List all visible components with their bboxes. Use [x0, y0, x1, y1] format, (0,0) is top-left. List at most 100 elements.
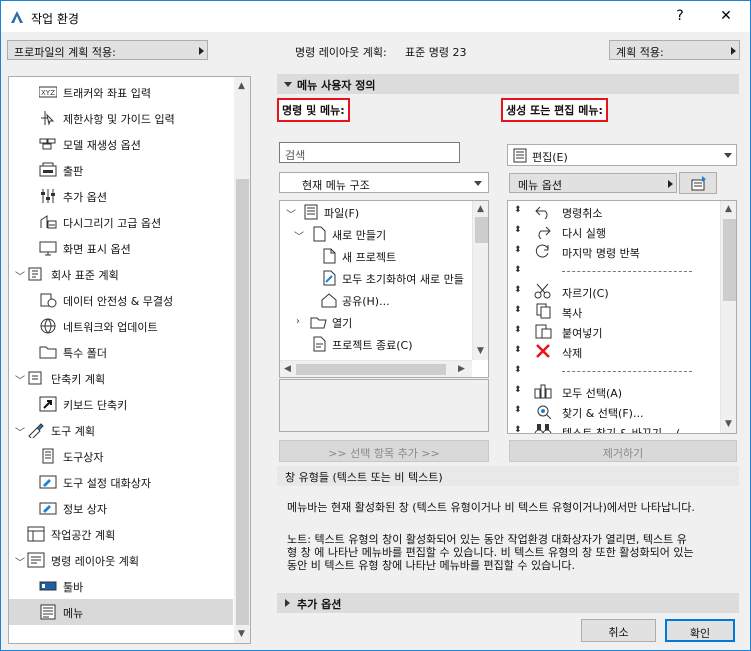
repeat-icon — [534, 243, 552, 259]
chevron-right-icon[interactable]: › — [296, 316, 306, 327]
drag-handle-icon[interactable]: ⬍ — [514, 345, 522, 355]
sidebar-item[interactable]: 작업공간 계획 — [9, 521, 233, 547]
drag-handle-icon[interactable]: ⬍ — [514, 325, 522, 335]
sidebar-item[interactable]: 제한사항 및 가이드 입력 — [9, 105, 233, 131]
scroll-up-icon[interactable]: ▲ — [238, 81, 245, 91]
menu-item[interactable]: ⬍ 삭제 — [508, 341, 720, 361]
sidebar-item[interactable]: 메뉴 — [9, 599, 233, 625]
menu-separator[interactable]: ⬍ — [508, 361, 720, 381]
sidebar-item[interactable]: 데이터 안전성 & 무결성 — [9, 287, 233, 313]
sidebar-item[interactable]: XYZ 트래커와 좌표 입력 — [9, 79, 233, 105]
sidebar-item[interactable]: 네트워크와 업데이트 — [9, 313, 233, 339]
sidebar-item[interactable]: 모델 재생성 옵션 — [9, 131, 233, 157]
commands-scroll-thumb[interactable] — [475, 217, 488, 243]
scroll-up-icon[interactable]: ▲ — [725, 204, 732, 214]
menu-item[interactable]: ⬍ 붙여넣기 — [508, 321, 720, 341]
edit-list-scroll-thumb[interactable] — [723, 219, 736, 301]
sidebar-item[interactable]: 정보 상자 — [9, 495, 233, 521]
binoculars-icon — [534, 423, 552, 433]
commands-vscroll[interactable]: ▲ ▼ — [472, 201, 488, 360]
sidebar-item[interactable]: 도구상자 — [9, 443, 233, 469]
apply-scheme-button[interactable]: 계획 적용: — [609, 40, 740, 60]
search-input[interactable]: 검색 — [279, 142, 460, 163]
sidebar-item[interactable]: ﹀ 명령 레이아웃 계획 — [9, 547, 233, 573]
sidebar-item[interactable]: 출판 — [9, 157, 233, 183]
edit-list-scrollbar[interactable]: ▲ ▼ — [720, 201, 736, 433]
close-button[interactable]: ✕ — [703, 1, 749, 32]
sidebar-item[interactable]: 툴바 — [9, 573, 233, 599]
menu-item[interactable]: ⬍ 다시 실행 — [508, 221, 720, 241]
scroll-right-icon[interactable]: ▶ — [458, 364, 465, 374]
sidebar-item[interactable]: 화면 표시 옵션 — [9, 235, 233, 261]
sidebar-scrollbar[interactable]: ▲ ▼ — [234, 77, 250, 643]
sidebar-item[interactable]: ﹀ 회사 표준 계획 — [9, 261, 233, 287]
commands-hscroll[interactable]: ◀ ▶ — [280, 360, 472, 377]
edit-menu-list[interactable]: ⬍ 명령취소 ⬍ 다시 실행 ⬍ 마지막 명령 반복 ⬍ ⬍ 자르기(C) ⬍ 복사 ⬍ 붙여넣기 ⬍ 삭제… — [507, 200, 737, 434]
chevron-down-icon[interactable]: ﹀ — [15, 424, 25, 439]
commands-hscroll-thumb[interactable] — [296, 364, 446, 375]
cancel-button[interactable]: 취소 — [581, 619, 656, 642]
drag-handle-icon[interactable]: ⬍ — [514, 265, 522, 275]
menu-separator[interactable]: ⬍ — [508, 261, 720, 281]
menu-item[interactable]: ⬍ 복사 — [508, 301, 720, 321]
new-menu-button[interactable] — [679, 172, 717, 194]
drag-handle-icon[interactable]: ⬍ — [514, 305, 522, 315]
chevron-down-icon[interactable]: ﹀ — [15, 554, 25, 569]
drag-handle-icon[interactable]: ⬍ — [514, 385, 522, 395]
edit-menu-combo[interactable]: 편집(E) — [507, 144, 737, 166]
toolbox-icon — [39, 448, 57, 464]
sidebar-scroll-thumb[interactable] — [236, 179, 249, 625]
sidebar-item[interactable]: ﹀ 단축키 계획 — [9, 365, 233, 391]
menu-item[interactable]: ⬍ 모두 선택(A) — [508, 381, 720, 401]
add-selection-button[interactable]: >> 선택 항목 추가 >> — [279, 440, 489, 462]
sidebar-item-label: 추가 옵션 — [63, 191, 107, 204]
drag-handle-icon[interactable]: ⬍ — [514, 405, 522, 415]
drag-handle-icon[interactable]: ⬍ — [514, 365, 522, 375]
drag-handle-icon[interactable]: ⬍ — [514, 205, 522, 215]
extra-options-header[interactable]: 추가 옵션 — [277, 593, 739, 613]
drag-handle-icon[interactable]: ⬍ — [514, 245, 522, 255]
menu-options-button[interactable]: 메뉴 옵션 — [509, 173, 677, 193]
scroll-down-icon[interactable]: ▼ — [725, 419, 732, 429]
menu-item[interactable]: ⬍ 마지막 명령 반복 — [508, 241, 720, 261]
command-tree-item[interactable]: ﹀ 새로 만들기 — [280, 223, 472, 245]
scroll-up-icon[interactable]: ▲ — [477, 204, 484, 214]
chevron-down-icon[interactable]: ﹀ — [286, 206, 296, 221]
drag-handle-icon[interactable]: ⬍ — [514, 425, 522, 433]
menu-item-label: 붙여넣기 — [562, 327, 603, 340]
menu-item[interactable]: ⬍ 명령취소 — [508, 201, 720, 221]
menu-structure-combo[interactable]: 현재 메뉴 구조 — [279, 172, 489, 193]
apply-profile-button[interactable]: 프로파일의 계획 적용: — [7, 40, 208, 60]
command-tree-item[interactable]: 모두 초기화하여 새로 만들 — [280, 267, 472, 289]
menu-item-label: 명령취소 — [562, 207, 603, 220]
scroll-down-icon[interactable]: ▼ — [238, 629, 245, 639]
chevron-down-icon[interactable]: ﹀ — [15, 372, 25, 387]
sidebar-item[interactable]: 추가 옵션 — [9, 183, 233, 209]
help-button[interactable]: ? — [657, 1, 703, 32]
menu-item[interactable]: ⬍ 텍스트 찾기 & 바꾸기... ( — [508, 421, 720, 433]
menu-customize-header[interactable]: 메뉴 사용자 정의 — [277, 74, 739, 94]
settings-tree[interactable]: XYZ 트래커와 좌표 입력 제한사항 및 가이드 입력 모델 재생성 옵션 출판추가 … — [8, 76, 251, 644]
command-tree-item[interactable]: ﹀ 파일(F) — [280, 201, 472, 223]
drag-handle-icon[interactable]: ⬍ — [514, 285, 522, 295]
command-tree-item[interactable]: › 열기 — [280, 311, 472, 333]
sidebar-item[interactable]: 다시그리기 고급 옵션 — [9, 209, 233, 235]
command-tree-item[interactable]: 새 프로젝트 — [280, 245, 472, 267]
command-tree-item[interactable]: 프로젝트 종료(C) — [280, 333, 472, 355]
remove-button[interactable]: 제거하기 — [509, 440, 737, 462]
ok-button[interactable]: 확인 — [665, 619, 735, 642]
menu-item[interactable]: ⬍ 찾기 & 선택(F)... — [508, 401, 720, 421]
menu-item[interactable]: ⬍ 자르기(C) — [508, 281, 720, 301]
menu-list-icon — [513, 148, 527, 163]
drag-handle-icon[interactable]: ⬍ — [514, 225, 522, 235]
command-tree-item[interactable]: 공유(H)... — [280, 289, 472, 311]
commands-tree[interactable]: ﹀ 파일(F) ﹀ 새로 만들기 새 프로젝트 모두 초기화하여 새로 만들 공유(H)..… — [279, 200, 489, 378]
sidebar-item[interactable]: 키보드 단축키 — [9, 391, 233, 417]
chevron-down-icon[interactable]: ﹀ — [294, 228, 304, 243]
sidebar-item[interactable]: 특수 폴더 — [9, 339, 233, 365]
scroll-left-icon[interactable]: ◀ — [284, 364, 291, 374]
scroll-down-icon[interactable]: ▼ — [477, 346, 484, 356]
chevron-down-icon[interactable]: ﹀ — [15, 268, 25, 283]
sidebar-item[interactable]: ﹀ 도구 계획 — [9, 417, 233, 443]
sidebar-item[interactable]: 도구 설정 대화상자 — [9, 469, 233, 495]
